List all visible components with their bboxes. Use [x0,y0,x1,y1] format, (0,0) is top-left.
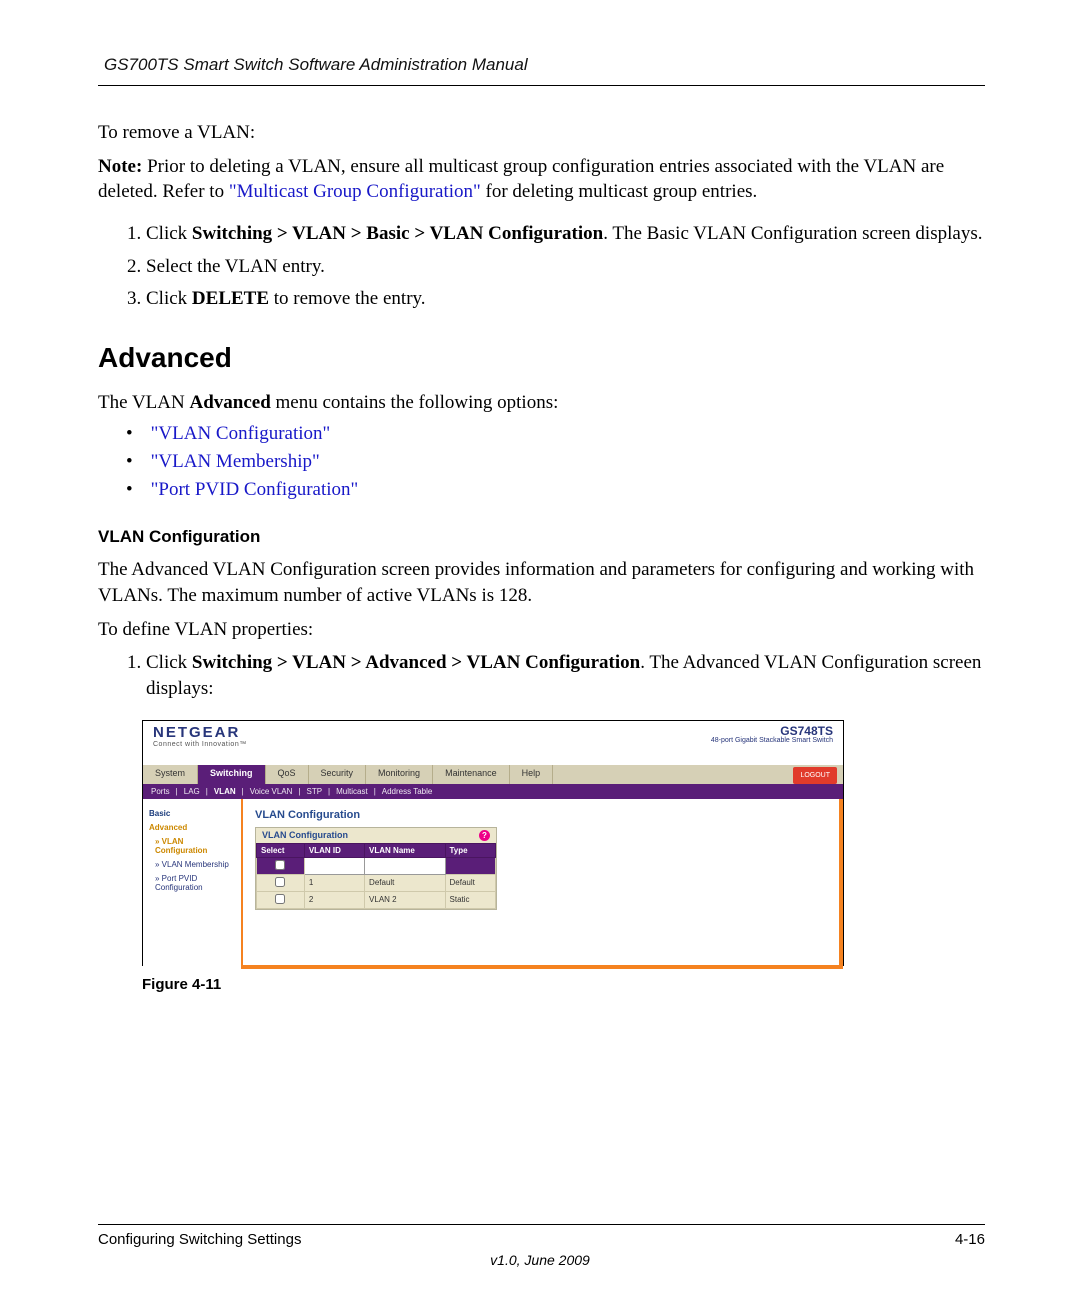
subtab-voice-vlan[interactable]: Voice VLAN [250,787,293,796]
multicast-group-link[interactable]: "Multicast Group Configuration" [229,181,481,202]
table-input-row [257,857,496,874]
table-row: 2 VLAN 2 Static [257,891,496,908]
select-all-checkbox[interactable] [275,860,285,870]
subtab-stp[interactable]: STP [306,787,322,796]
vlan-config-link[interactable]: "VLAN Configuration" [151,423,331,444]
intro-line: To remove a VLAN: [98,120,985,146]
page-footer: Configuring Switching Settings 4-16 [98,1224,985,1248]
page-header: GS700TS Smart Switch Software Administra… [98,55,985,86]
side-advanced[interactable]: Advanced [149,823,235,832]
remove-vlan-steps: Click Switching > VLAN > Basic > VLAN Co… [98,221,985,312]
device-model-sub: 48-port Gigabit Stackable Smart Switch [711,737,833,744]
main-panel: VLAN Configuration VLAN Configuration ? … [243,799,843,969]
col-select: Select [257,843,305,857]
step-3: Click DELETE to remove the entry. [146,286,985,312]
subtab-ports[interactable]: Ports [151,787,170,796]
version-line: v1.0, June 2009 [0,1252,1080,1268]
panel-title: VLAN Configuration [262,830,348,841]
tab-monitoring[interactable]: Monitoring [366,765,433,784]
netgear-logo: NETGEAR [153,725,247,740]
row-checkbox[interactable] [275,894,285,904]
panel-page-title: VLAN Configuration [255,809,827,821]
footer-left: Configuring Switching Settings [98,1231,301,1248]
define-step-1: Click Switching > VLAN > Advanced > VLAN… [146,650,985,701]
side-nav: Basic Advanced » VLAN Configuration » VL… [143,799,243,969]
side-vlan-config[interactable]: » VLAN Configuration [155,837,235,855]
vlan-table: Select VLAN ID VLAN Name Type [256,843,496,909]
subtab-address-table[interactable]: Address Table [382,787,433,796]
tab-qos[interactable]: QoS [266,765,309,784]
vlan-id-input[interactable] [304,857,364,874]
advanced-bullets: "VLAN Configuration" "VLAN Membership" "… [98,423,985,501]
col-type: Type [445,843,495,857]
note-label: Note: [98,156,142,177]
col-vlan-id: VLAN ID [304,843,364,857]
vlan-name-input[interactable] [365,857,445,874]
figure-caption: Figure 4-11 [142,976,985,993]
side-vlan-membership[interactable]: » VLAN Membership [155,860,235,869]
subtab-vlan[interactable]: VLAN [214,787,236,796]
subtab-lag[interactable]: LAG [184,787,200,796]
panel-help-icon[interactable]: ? [479,830,490,841]
define-props-intro: To define VLAN properties: [98,617,985,643]
vlan-config-desc: The Advanced VLAN Configuration screen p… [98,557,985,608]
vlan-config-screenshot: NETGEAR Connect with Innovation™ GS748TS… [142,720,844,966]
tab-switching[interactable]: Switching [198,765,266,784]
note-paragraph: Note: Prior to deleting a VLAN, ensure a… [98,154,985,205]
tab-system[interactable]: System [143,765,198,784]
define-vlan-steps: Click Switching > VLAN > Advanced > VLAN… [98,650,985,701]
main-tabs: System Switching QoS Security Monitoring… [143,765,843,784]
tab-security[interactable]: Security [309,765,367,784]
col-vlan-name: VLAN Name [365,843,445,857]
step-2: Select the VLAN entry. [146,254,985,280]
subtab-multicast[interactable]: Multicast [336,787,368,796]
vlan-membership-link[interactable]: "VLAN Membership" [151,451,320,472]
table-row: 1 Default Default [257,874,496,891]
side-port-pvid[interactable]: » Port PVID Configuration [155,874,235,892]
row-checkbox[interactable] [275,877,285,887]
device-model: GS748TS [711,725,833,737]
logo-tagline: Connect with Innovation™ [153,741,247,748]
side-basic[interactable]: Basic [149,809,235,818]
sub-tabs: Ports| LAG| VLAN| Voice VLAN| STP| Multi… [143,784,843,799]
tab-maintenance[interactable]: Maintenance [433,765,510,784]
vlan-config-subhead: VLAN Configuration [98,527,985,547]
logout-button[interactable]: LOGOUT [793,767,837,784]
port-pvid-link[interactable]: "Port PVID Configuration" [151,479,359,500]
advanced-heading: Advanced [98,342,985,374]
tab-help[interactable]: Help [510,765,554,784]
note-text-2: for deleting multicast group entries. [481,181,757,202]
footer-right: 4-16 [955,1231,985,1248]
step-1: Click Switching > VLAN > Basic > VLAN Co… [146,221,985,247]
advanced-intro: The VLAN Advanced menu contains the foll… [98,390,985,416]
